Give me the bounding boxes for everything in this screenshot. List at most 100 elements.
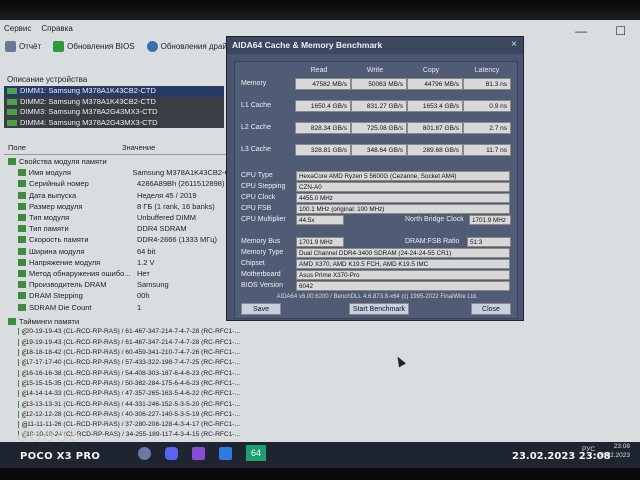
column-header-value[interactable]: Значение: [122, 143, 155, 154]
property-name: Свойства модуля памяти: [19, 157, 107, 167]
timings-group-header[interactable]: Тайминги памяти: [4, 316, 240, 327]
timing-row[interactable]: @ 1018 МГц14-14-14-33 (CL-RCD-RP-RAS) / …: [4, 389, 240, 399]
property-icon: [18, 225, 26, 233]
property-row[interactable]: Размер модуля 8 ГБ (1 rank, 16 banks): [4, 201, 240, 212]
property-value: DDR4-2666 (1333 МГц): [137, 235, 218, 245]
dimm-list-item[interactable]: DIMM1: Samsung M378A1K43CB2-CTD: [4, 86, 224, 97]
north-bridge-clock-value: 1701.9 MHz: [469, 215, 511, 225]
property-row[interactable]: SDRAM Die Count 1: [4, 301, 240, 312]
close-icon[interactable]: ×: [511, 39, 517, 50]
memory-type-value: Dual Channel DDR4-3400 SDRAM (24-24-24-5…: [296, 248, 510, 258]
property-name: Тип памяти: [29, 224, 69, 234]
save-button[interactable]: Save: [241, 303, 281, 315]
bios-version-label: BIOS Version: [241, 282, 284, 289]
timing-values: 16-16-16-38 (CL-RCD-RP-RAS) / 54-408-303…: [25, 369, 240, 377]
column-header-field[interactable]: Поле: [4, 143, 122, 154]
property-value: Неделя 45 / 2019: [137, 190, 197, 200]
edge-browser-icon[interactable]: [138, 447, 151, 460]
dialog-body: Read Write Copy Latency CPU Type HexaCor…: [234, 61, 518, 319]
vscode-icon[interactable]: [219, 447, 232, 460]
timing-row[interactable]: @ 1309 МГц18-18-18-42 (CL-RCD-RP-RAS) / …: [4, 347, 240, 357]
benchmark-value: 328.81 GB/s: [295, 144, 351, 156]
property-name: Производитель DRAM: [29, 280, 107, 290]
aida64-taskbar-button[interactable]: 64: [246, 445, 266, 461]
dram-fsb-ratio-label: DRAM:FSB Ratio: [405, 238, 460, 245]
property-row[interactable]: Имя модуля Samsung M378A1K43CB2-CTD: [4, 167, 240, 178]
property-icon: [8, 317, 16, 325]
report-button[interactable]: Отчёт: [2, 39, 44, 54]
benchmark-value: 11.7 ns: [463, 144, 511, 156]
timing-row[interactable]: @ 945 МГц13-13-13-31 (CL-RCD-RP-RAS) / 4…: [4, 399, 240, 409]
timing-values: 11-11-11-26 (CL-RCD-RP-RAS) / 37-280-208…: [27, 421, 240, 429]
timing-row[interactable]: @ 800 МГц11-11-11-26 (CL-RCD-RP-RAS) / 3…: [4, 419, 240, 429]
property-name: Серийный номер: [29, 179, 89, 189]
property-name: Напряжение модуля: [29, 257, 101, 267]
properties-column-header: Поле Значение: [4, 143, 240, 155]
bios-version-value: 6042: [296, 281, 510, 291]
header-write: Write: [366, 67, 384, 74]
property-value: Нет: [137, 268, 150, 278]
property-row[interactable]: Тип модуля Unbuffered DIMM: [4, 212, 240, 223]
benchmark-value: 1650.4 GB/s: [295, 100, 351, 112]
timing-values: 14-14-14-33 (CL-RCD-RP-RAS) / 47-357-265…: [25, 390, 240, 398]
property-value: Samsung M378A1K43CB2-CTD: [132, 168, 240, 178]
start-benchmark-button[interactable]: Start Benchmark: [349, 303, 409, 315]
property-icon: [18, 180, 26, 188]
memory-bus-label: Memory Bus: [241, 238, 281, 245]
property-icon: [18, 202, 26, 210]
close-button[interactable]: Close: [471, 303, 511, 315]
property-icon: [18, 214, 26, 222]
benchmark-value: 2.7 ns: [463, 122, 511, 134]
timing-row[interactable]: @ 872 МГц12-12-12-28 (CL-RCD-RP-RAS) / 4…: [4, 409, 240, 419]
download-arrow-icon: [53, 40, 65, 52]
camera-watermark-model: POCO X3 PRO: [20, 451, 101, 462]
property-icon: [18, 269, 26, 277]
property-row[interactable]: Серийный номер 4286A89Bh (2611512898): [4, 178, 240, 189]
app-icon[interactable]: [192, 447, 205, 460]
property-row[interactable]: Дата выпуска Неделя 45 / 2019: [4, 190, 240, 201]
timing-row[interactable]: @ 1333 МГц20-19-19-43 (CL-RCD-RP-RAS) / …: [4, 327, 240, 337]
property-row[interactable]: DRAM Stepping 00h: [4, 290, 240, 301]
menu-item-service[interactable]: Сервис: [4, 24, 31, 33]
search-icon: [146, 40, 158, 52]
menu-item-help[interactable]: Справка: [41, 24, 72, 33]
timings-header-label: Тайминги памяти: [19, 316, 80, 326]
camera-overlay-dots: [18, 432, 79, 441]
bios-update-button[interactable]: Обновления BIOS: [50, 39, 137, 54]
device-description-label: Описание устройства: [7, 75, 88, 84]
report-icon: [5, 40, 16, 52]
cpu-type-label: CPU Type: [241, 172, 273, 179]
memory-type-label: Memory Type: [241, 249, 284, 256]
dimm-list-item[interactable]: DIMM4: Samsung M378A2G43MX3-CTD: [4, 118, 224, 129]
maximize-icon[interactable]: ☐: [615, 24, 626, 38]
property-name: Ширина модуля: [29, 246, 85, 256]
property-icon: [8, 158, 16, 166]
property-row[interactable]: Скорость памяти DDR4-2666 (1333 МГц): [4, 234, 240, 245]
property-value: 1: [137, 302, 142, 312]
overlay-dot-icon: [18, 432, 27, 441]
timing-row[interactable]: @ 1163 МГц16-16-16-38 (CL-RCD-RP-RAS) / …: [4, 368, 240, 378]
motherboard-label: Motherboard: [241, 271, 281, 278]
benchmark-value: 1653.4 GB/s: [407, 100, 463, 112]
timing-row[interactable]: @ 1236 МГц17-17-17-40 (CL-RCD-RP-RAS) / …: [4, 358, 240, 368]
timing-row[interactable]: @ 1333 МГц19-19-19-43 (CL-RCD-RP-RAS) / …: [4, 337, 240, 347]
property-row[interactable]: Ширина модуля 64 bit: [4, 246, 240, 257]
benchmark-row-label: L3 Cache: [241, 146, 271, 153]
dimm-list-item[interactable]: DIMM2: Samsung M378A1K43CB2-CTD: [4, 97, 224, 108]
benchmark-value: 348.64 GB/s: [351, 144, 407, 156]
property-row[interactable]: Метод обнаружения ошибо... Нет: [4, 268, 240, 279]
cpu-clock-label: CPU Clock: [241, 194, 276, 201]
dimm-list-item[interactable]: DIMM3: Samsung M378A2G43MX3-CTD: [4, 107, 224, 118]
window-controls: — ☐: [575, 24, 626, 38]
dimm-list: DIMM1: Samsung M378A1K43CB2-CTD DIMM2: S…: [4, 86, 224, 128]
property-value: 4286A89Bh (2611512898): [137, 179, 225, 189]
property-row[interactable]: Тип памяти DDR4 SDRAM: [4, 223, 240, 234]
discord-icon[interactable]: [165, 447, 178, 460]
benchmark-dialog: AIDA64 Cache & Memory Benchmark × Read W…: [226, 36, 524, 321]
property-group-header[interactable]: Свойства модуля памяти: [4, 156, 240, 167]
minimize-icon[interactable]: —: [575, 24, 587, 38]
timing-values: 20-19-19-43 (CL-RCD-RP-RAS) / 61-467-347…: [25, 328, 240, 336]
property-row[interactable]: Напряжение модуля 1.2 V: [4, 257, 240, 268]
timing-row[interactable]: @ 1090 МГц15-15-15-35 (CL-RCD-RP-RAS) / …: [4, 378, 240, 388]
property-row[interactable]: Производитель DRAM Samsung: [4, 279, 240, 290]
